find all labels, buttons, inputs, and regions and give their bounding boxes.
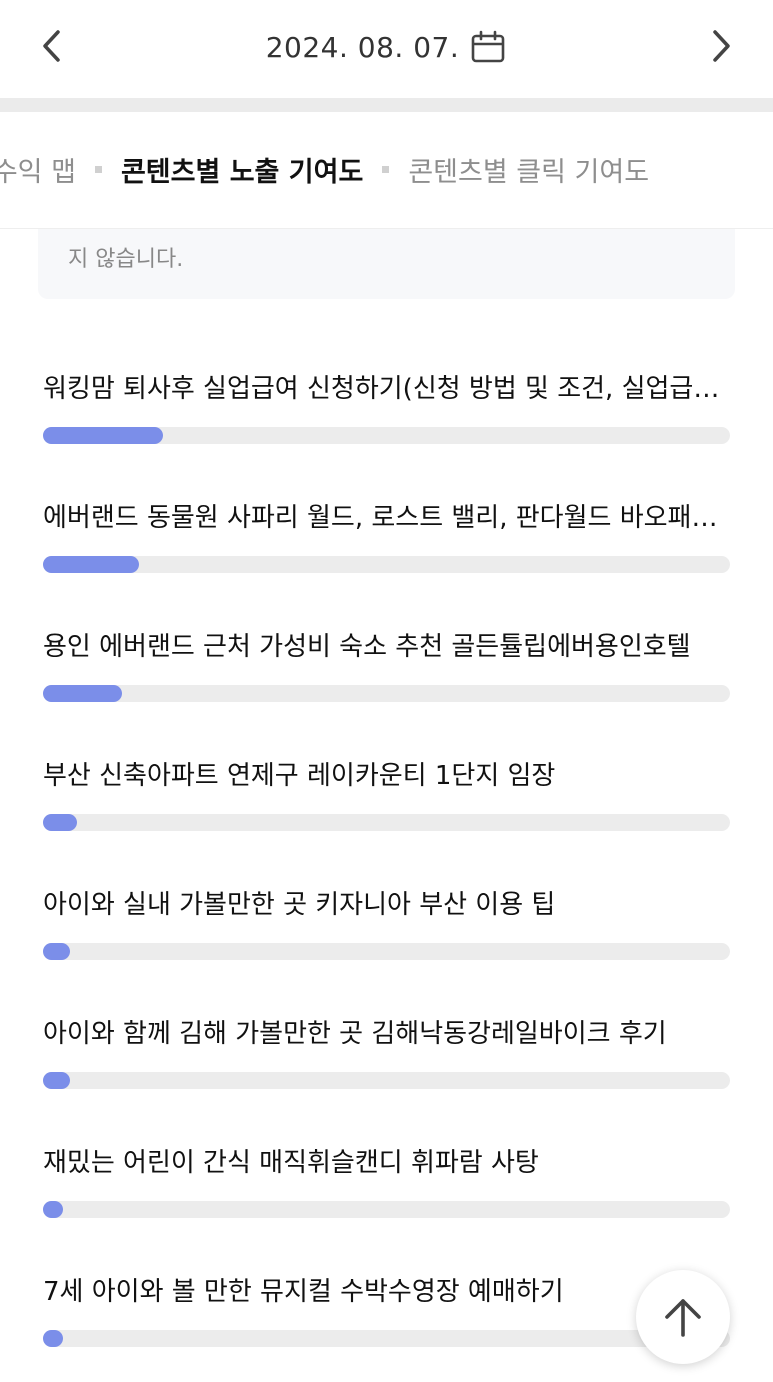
chevron-right-icon xyxy=(713,30,730,62)
current-date[interactable]: 2024. 08. 07. xyxy=(266,31,460,64)
progress-fill xyxy=(43,685,122,702)
calendar-icon[interactable] xyxy=(469,28,507,66)
date-display[interactable]: 2024. 08. 07. xyxy=(0,24,773,70)
list-item[interactable]: 재밌는 어린이 간식 매직휘슬캔디 휘파람 사탕 xyxy=(43,1124,730,1253)
list-item[interactable]: 아이와 함께 김해 가볼만한 곳 김해낙동강레일바이크 후기 xyxy=(43,995,730,1124)
content-title[interactable]: 아이와 실내 가볼만한 곳 키자니아 부산 이용 팁 xyxy=(43,886,730,924)
list-item[interactable]: 부산 신축아파트 연제구 레이카운티 1단지 임장 xyxy=(43,737,730,866)
list-item[interactable]: 용인 에버랜드 근처 가성비 숙소 추천 골든튤립에버용인호텔 xyxy=(43,608,730,737)
progress-fill xyxy=(43,1201,63,1218)
list-item[interactable]: 에버랜드 동물원 사파리 월드, 로스트 밸리, 판다월드 바오패밀리 xyxy=(43,479,730,608)
arrow-up-icon xyxy=(665,1299,701,1337)
content-title[interactable]: 7세 아이와 볼 만한 뮤지컬 수박수영장 예매하기 xyxy=(43,1273,730,1311)
content-title[interactable]: 재밌는 어린이 간식 매직휘슬캔디 휘파람 사탕 xyxy=(43,1144,730,1182)
content-title[interactable]: 워킹맘 퇴사후 실업급여 신청하기(신청 방법 및 조건, 실업급여 계산) xyxy=(43,370,730,408)
progress-track xyxy=(43,943,730,960)
scroll-top-button[interactable] xyxy=(636,1270,730,1364)
tab-separator xyxy=(94,166,102,173)
progress-track xyxy=(43,814,730,831)
progress-track xyxy=(43,685,730,702)
progress-track xyxy=(43,1330,730,1347)
list-item[interactable]: 7세 아이와 볼 만한 뮤지컬 수박수영장 예매하기 xyxy=(43,1253,730,1382)
progress-fill xyxy=(43,1072,71,1089)
progress-fill xyxy=(43,556,140,573)
tab-revenue-map[interactable]: 광수익 맵 xyxy=(0,150,76,189)
tab-track[interactable]: 광수익 맵 콘텐츠별 노출 기여도 콘텐츠별 클릭 기여도 xyxy=(0,150,649,189)
section-divider xyxy=(0,98,773,112)
progress-track xyxy=(43,1201,730,1218)
progress-fill xyxy=(43,1330,63,1347)
tab-separator xyxy=(382,166,390,173)
content-title[interactable]: 에버랜드 동물원 사파리 월드, 로스트 밸리, 판다월드 바오패밀리 xyxy=(43,499,730,537)
tab-click-contribution[interactable]: 콘텐츠별 클릭 기여도 xyxy=(408,150,649,189)
notice-box: 지 않습니다. xyxy=(38,229,735,299)
list-item[interactable]: 아이와 실내 가볼만한 곳 키자니아 부산 이용 팁 xyxy=(43,866,730,995)
progress-track xyxy=(43,427,730,444)
tab-exposure-contribution[interactable]: 콘텐츠별 노출 기여도 xyxy=(121,150,363,189)
progress-fill xyxy=(43,943,71,960)
list-item[interactable]: 워킹맘 퇴사후 실업급여 신청하기(신청 방법 및 조건, 실업급여 계산) xyxy=(43,350,730,479)
next-date-button[interactable] xyxy=(697,22,745,70)
progress-track xyxy=(43,556,730,573)
content-title[interactable]: 부산 신축아파트 연제구 레이카운티 1단지 임장 xyxy=(43,757,730,795)
content-title[interactable]: 아이와 함께 김해 가볼만한 곳 김해낙동강레일바이크 후기 xyxy=(43,1015,730,1053)
progress-fill xyxy=(43,427,164,444)
progress-track xyxy=(43,1072,730,1089)
tab-bar: 광수익 맵 콘텐츠별 노출 기여도 콘텐츠별 클릭 기여도 xyxy=(0,112,773,229)
progress-fill xyxy=(43,814,78,831)
content-title[interactable]: 용인 에버랜드 근처 가성비 숙소 추천 골든튤립에버용인호텔 xyxy=(43,628,730,666)
date-header: 2024. 08. 07. xyxy=(0,0,773,96)
notice-text: 지 않습니다. xyxy=(68,247,184,272)
content-list: 워킹맘 퇴사후 실업급여 신청하기(신청 방법 및 조건, 실업급여 계산) 에… xyxy=(43,350,730,1382)
